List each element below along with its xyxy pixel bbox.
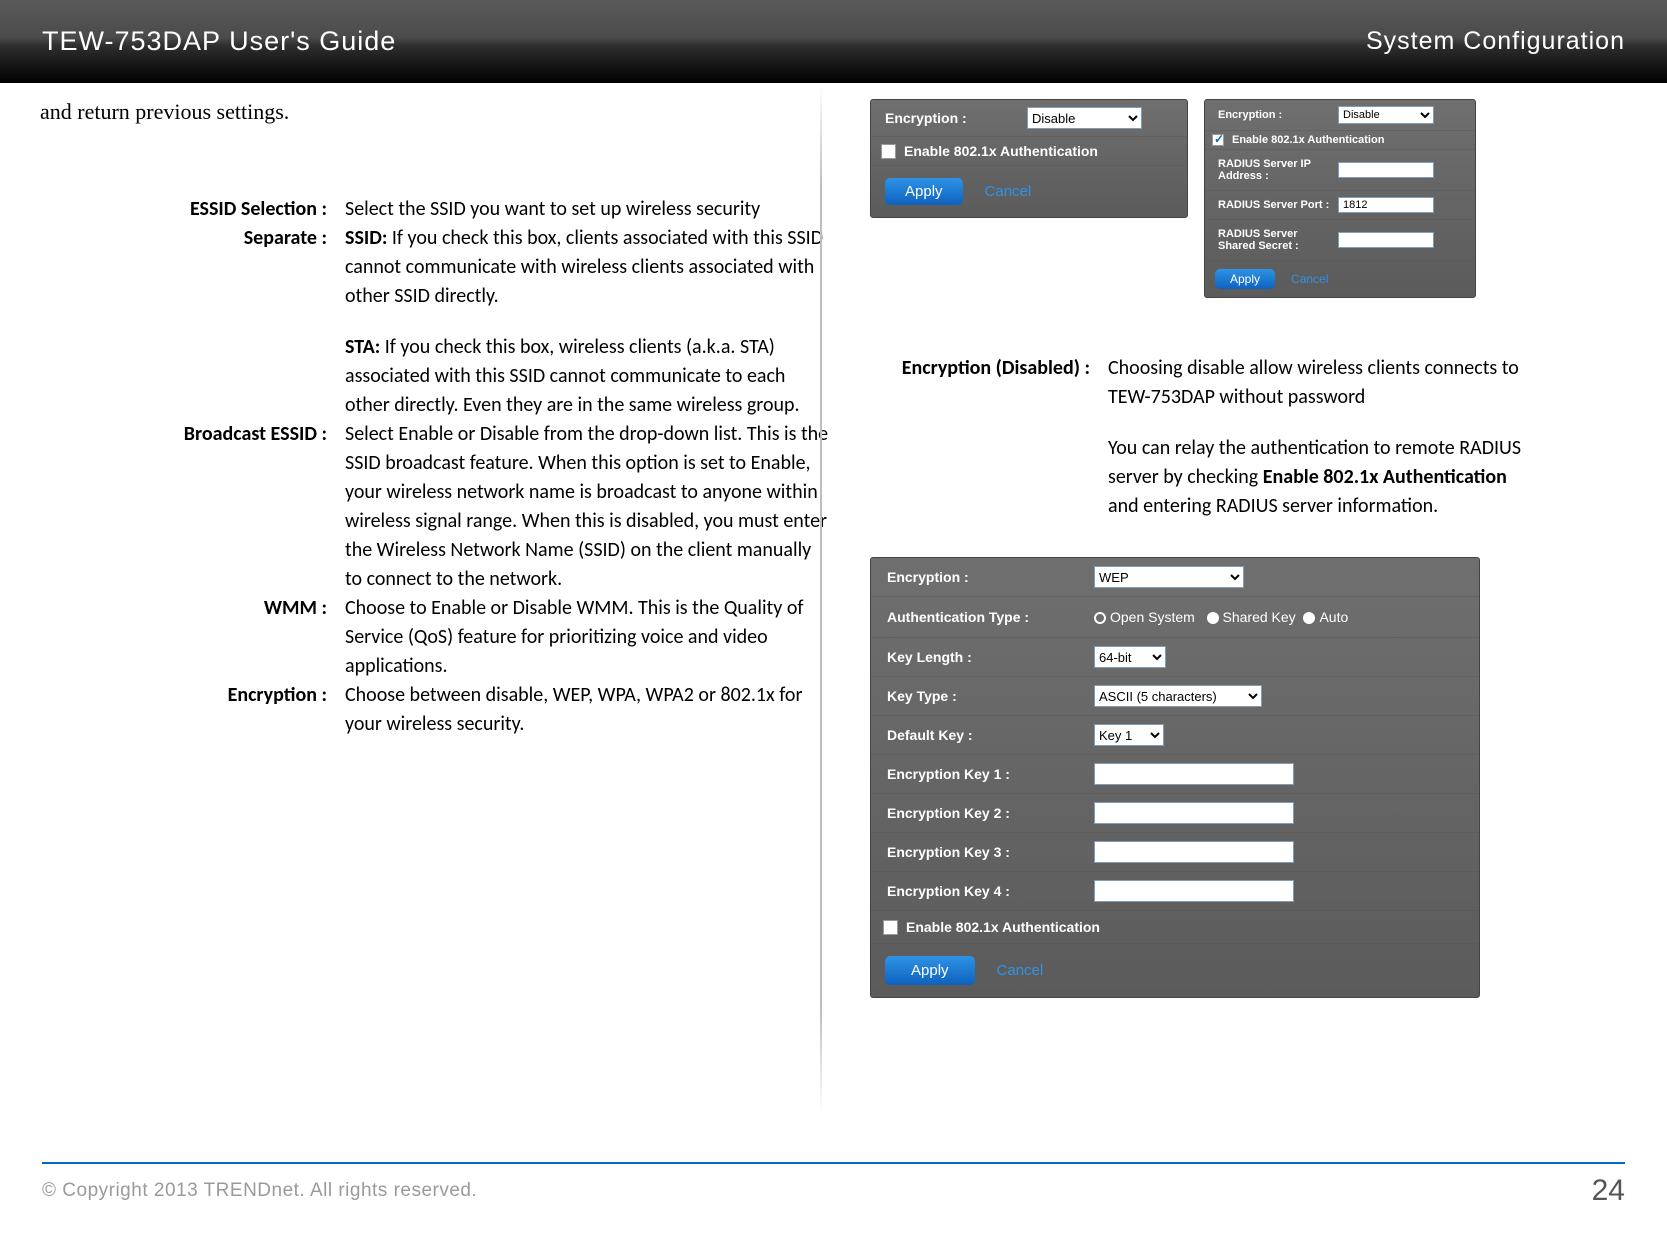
wmm-label: WMM : — [150, 594, 345, 681]
encryption-text: Choose between disable, WEP, WPA, WPA2 o… — [345, 681, 830, 739]
separate-ssid-bold: SSID: — [345, 226, 387, 250]
p1-8021x-checkbox[interactable] — [881, 144, 896, 159]
p2-apply-button[interactable]: Apply — [1215, 269, 1275, 289]
p2-radius-port-label: RADIUS Server Port : — [1210, 193, 1338, 217]
right-column: Encryption : Disable Enable 802.1x Authe… — [870, 99, 1630, 998]
page-content: and return previous settings. ESSID Sele… — [0, 83, 1667, 1153]
p3-radio-open[interactable] — [1094, 612, 1106, 624]
p2-radius-secret-input[interactable] — [1338, 232, 1434, 248]
p2-cancel-button[interactable]: Cancel — [1291, 269, 1328, 289]
p2-8021x-checkbox[interactable] — [1212, 134, 1224, 146]
encryption-label: Encryption : — [150, 681, 345, 739]
p3-k2-label: Encryption Key 2 : — [879, 799, 1094, 827]
p3-enc-select[interactable]: WEP — [1094, 566, 1244, 588]
p1-enc-label: Encryption : — [877, 104, 1027, 132]
intro-text: and return previous settings. — [40, 99, 820, 125]
separate-sta-text: If you check this box, wireless clients … — [345, 335, 800, 417]
p3-8021x-label: Enable 802.1x Authentication — [906, 919, 1100, 935]
encryption-disable-panel: Encryption : Disable Enable 802.1x Authe… — [870, 99, 1188, 218]
p3-cancel-button[interactable]: Cancel — [997, 956, 1044, 985]
encd-label: Encryption (Disabled) : — [870, 354, 1108, 543]
p3-auth-shared: Shared Key — [1223, 609, 1296, 625]
p3-auth-label: Authentication Type : — [879, 603, 1094, 631]
p1-apply-button[interactable]: Apply — [885, 178, 963, 205]
separate-sta-bold: STA: — [345, 335, 380, 359]
p2-radius-ip-input[interactable] — [1338, 162, 1434, 178]
p3-radio-shared[interactable] — [1207, 612, 1219, 624]
page-footer: © Copyright 2013 TRENDnet. All rights re… — [42, 1162, 1625, 1208]
p3-k1-input[interactable] — [1094, 763, 1294, 785]
p3-k3-input[interactable] — [1094, 841, 1294, 863]
p3-enc-label: Encryption : — [879, 563, 1094, 591]
p3-keylen-select[interactable]: 64-bit — [1094, 646, 1166, 668]
definition-list-left: ESSID Selection : Select the SSID you wa… — [150, 195, 830, 739]
p2-radius-ip-label: RADIUS Server IP Address : — [1210, 152, 1338, 188]
p3-radio-auto[interactable] — [1303, 612, 1315, 624]
encd-bold: Enable 802.1x Authentication — [1263, 465, 1507, 489]
p3-auth-open: Open System — [1110, 609, 1195, 625]
left-column: and return previous settings. ESSID Sele… — [40, 99, 820, 739]
p3-keylen-label: Key Length : — [879, 643, 1094, 671]
separate-label: Separate : — [150, 224, 345, 420]
p3-8021x-checkbox[interactable] — [883, 920, 898, 935]
p1-enc-select[interactable]: Disable — [1027, 107, 1142, 129]
essid-label: ESSID Selection : — [150, 195, 345, 224]
encd-text1: Choosing disable allow wireless clients … — [1108, 354, 1530, 412]
broadcast-label: Broadcast ESSID : — [150, 420, 345, 594]
p3-keytype-select[interactable]: ASCII (5 characters) — [1094, 685, 1262, 707]
p2-enc-label: Encryption : — [1210, 103, 1338, 127]
page-header: TEW-753DAP User's Guide System Configura… — [0, 0, 1667, 83]
p3-k1-label: Encryption Key 1 : — [879, 760, 1094, 788]
p2-radius-port-input[interactable] — [1338, 197, 1434, 213]
p3-k2-input[interactable] — [1094, 802, 1294, 824]
p1-8021x-label: Enable 802.1x Authentication — [904, 143, 1098, 159]
p3-k3-label: Encryption Key 3 : — [879, 838, 1094, 866]
p2-enc-select[interactable]: Disable — [1338, 106, 1434, 124]
p3-k4-label: Encryption Key 4 : — [879, 877, 1094, 905]
p1-cancel-button[interactable]: Cancel — [985, 178, 1032, 205]
p3-defkey-select[interactable]: Key 1 — [1094, 724, 1164, 746]
p2-radius-secret-label: RADIUS Server Shared Secret : — [1210, 222, 1338, 258]
encd-text2b: and entering RADIUS server information. — [1108, 494, 1438, 518]
p3-auth-auto: Auto — [1319, 609, 1348, 625]
doc-section: System Configuration — [1366, 27, 1625, 56]
essid-text: Select the SSID you want to set up wirel… — [345, 195, 830, 224]
page-number: 24 — [1592, 1174, 1625, 1208]
broadcast-text: Select Enable or Disable from the drop-d… — [345, 420, 830, 594]
doc-title: TEW-753DAP User's Guide — [42, 26, 396, 57]
p3-keytype-label: Key Type : — [879, 682, 1094, 710]
p3-apply-button[interactable]: Apply — [885, 956, 975, 985]
top-panel-group: Encryption : Disable Enable 802.1x Authe… — [870, 99, 1630, 298]
p3-defkey-label: Default Key : — [879, 721, 1094, 749]
encryption-radius-panel: Encryption : Disable Enable 802.1x Authe… — [1204, 99, 1476, 298]
wmm-text: Choose to Enable or Disable WMM. This is… — [345, 594, 830, 681]
separate-ssid-text: If you check this box, clients associate… — [345, 226, 823, 308]
column-divider — [820, 83, 822, 1113]
encryption-wep-panel: Encryption : WEP Authentication Type : O… — [870, 557, 1480, 998]
definition-list-right: Encryption (Disabled) : Choosing disable… — [870, 354, 1530, 543]
copyright-text: © Copyright 2013 TRENDnet. All rights re… — [42, 1180, 477, 1202]
p3-k4-input[interactable] — [1094, 880, 1294, 902]
p2-8021x-label: Enable 802.1x Authentication — [1232, 134, 1384, 146]
